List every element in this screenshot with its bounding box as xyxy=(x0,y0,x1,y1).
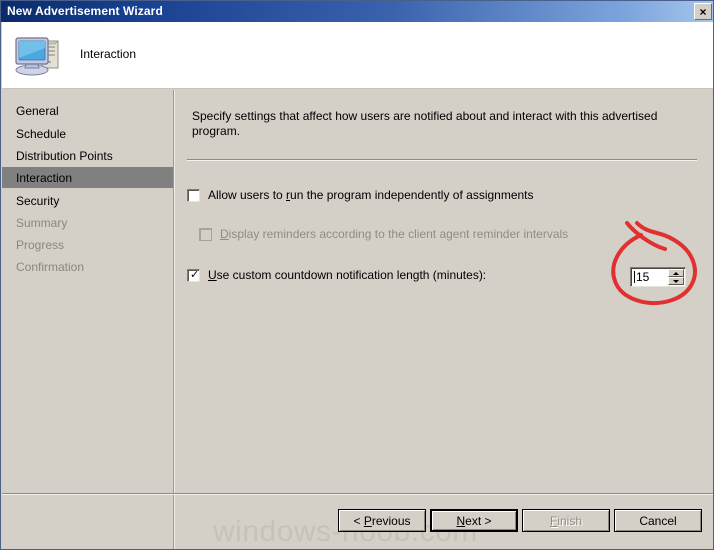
footer-separator xyxy=(2,493,713,495)
countdown-spinner-input[interactable]: 15 xyxy=(631,268,668,286)
checkbox-custom-countdown-label: Use custom countdown notification length… xyxy=(208,268,487,282)
sidebar-item-security[interactable]: Security xyxy=(2,190,173,211)
spinner-down-arrow-icon xyxy=(673,279,679,283)
checkmark-icon: ✓ xyxy=(190,268,200,281)
wizard-content-panel: Specify settings that affect how users a… xyxy=(175,90,713,549)
page-title: Interaction xyxy=(80,47,137,61)
checkbox-row-custom-countdown[interactable]: ✓ Use custom countdown notification leng… xyxy=(187,268,486,282)
checkbox-allow-run[interactable] xyxy=(187,189,200,202)
checkbox-allow-run-label: Allow users to run the program independe… xyxy=(208,188,534,202)
next-button[interactable]: Next > xyxy=(430,509,518,532)
checkbox-row-display-reminders: Display reminders according to the clien… xyxy=(199,227,568,241)
spinner-up-arrow-icon xyxy=(673,271,679,275)
sidebar-item-interaction[interactable]: Interaction xyxy=(2,167,173,188)
sidebar-item-general[interactable]: General xyxy=(2,100,173,121)
sidebar-item-summary: Summary xyxy=(16,215,68,230)
spinner-down-button[interactable] xyxy=(668,277,684,285)
content-separator-top xyxy=(187,159,697,161)
cancel-button[interactable]: Cancel xyxy=(614,509,702,532)
cancel-button-label: Cancel xyxy=(639,513,677,528)
checkbox-custom-countdown[interactable]: ✓ xyxy=(187,269,200,282)
spinner-up-button[interactable] xyxy=(668,269,684,277)
sidebar-item-confirmation: Confirmation xyxy=(16,259,85,274)
checkbox-display-reminders-label: Display reminders according to the clien… xyxy=(220,227,569,241)
checkbox-display-reminders xyxy=(199,228,212,241)
sidebar-item-distribution-points[interactable]: Distribution Points xyxy=(2,145,173,166)
window-title: New Advertisement Wizard xyxy=(7,4,163,18)
text-caret xyxy=(634,271,635,283)
wizard-window: New Advertisement Wizard × Interaction G… xyxy=(0,0,714,550)
sidebar-item-progress: Progress xyxy=(16,237,65,252)
close-icon: × xyxy=(699,4,707,19)
wizard-header: Interaction xyxy=(2,22,713,89)
intro-text: Specify settings that affect how users a… xyxy=(192,109,658,138)
countdown-spinner[interactable]: 15 xyxy=(630,267,686,287)
previous-button[interactable]: < Previous xyxy=(338,509,426,532)
computer-icon xyxy=(13,30,65,78)
title-bar[interactable]: New Advertisement Wizard × xyxy=(1,1,713,22)
finish-button-label: Finish xyxy=(549,513,583,528)
spinner-buttons xyxy=(668,269,684,285)
finish-button: Finish xyxy=(522,509,610,532)
close-button[interactable]: × xyxy=(694,3,712,20)
countdown-spinner-value: 15 xyxy=(636,270,650,284)
wizard-steps-sidebar: General Schedule Distribution Points Int… xyxy=(2,90,173,549)
checkbox-row-allow-run[interactable]: Allow users to run the program independe… xyxy=(187,188,534,202)
next-button-label: Next > xyxy=(456,513,492,528)
previous-button-label: < Previous xyxy=(353,513,411,528)
sidebar-item-schedule[interactable]: Schedule xyxy=(2,123,173,144)
